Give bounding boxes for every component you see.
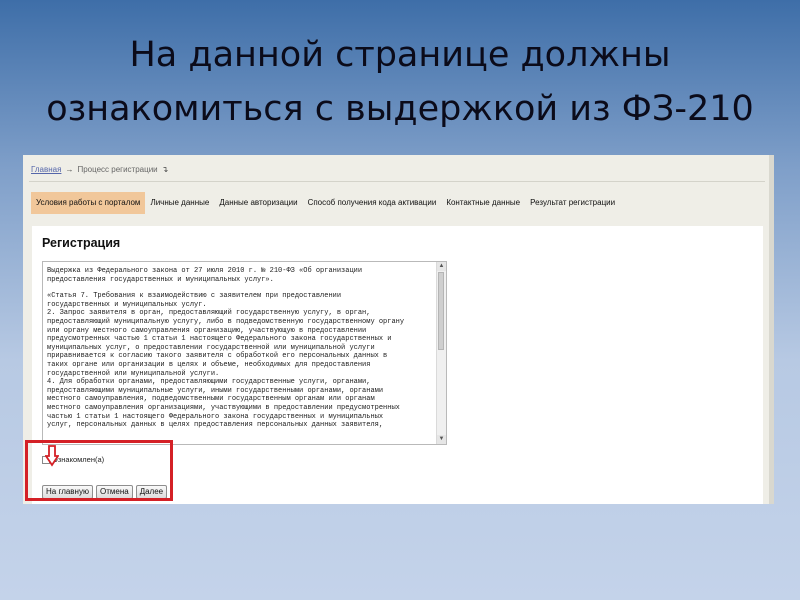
law-excerpt-paragraph-2: «Статья 7. Требования к взаимодействию с…	[47, 292, 405, 430]
breadcrumb-arrow-icon: →	[65, 165, 74, 174]
registration-title: Регистрация	[42, 236, 121, 250]
breadcrumb: Главная → Процесс регистрации ↴	[31, 165, 172, 174]
scrollbar-thumb[interactable]	[438, 272, 444, 350]
law-excerpt-paragraph-1: Выдержка из Федерального закона от 27 ию…	[47, 267, 363, 284]
textarea-scrollbar[interactable]: ▲ ▼	[436, 262, 446, 444]
tab-contact-data[interactable]: Контактные данные	[441, 192, 525, 214]
highlight-frame	[25, 440, 173, 501]
slide-title: На данной странице должны ознакомиться с…	[0, 28, 800, 136]
tab-authorization-data[interactable]: Данные авторизации	[214, 192, 302, 214]
breadcrumb-current: Процесс регистрации	[77, 165, 158, 174]
screenshot-right-edge	[769, 155, 774, 504]
scroll-down-icon[interactable]: ▼	[437, 435, 446, 444]
breadcrumb-home-link[interactable]: Главная	[31, 165, 61, 174]
header-divider	[29, 181, 765, 182]
slide-title-line-2: ознакомиться с выдержкой из ФЗ-210	[46, 89, 754, 129]
law-excerpt-textarea[interactable]: Выдержка из Федерального закона от 27 ию…	[42, 261, 447, 445]
breadcrumb-return-arrow-icon: ↴	[161, 165, 169, 174]
tab-portal-terms[interactable]: Условия работы с порталом	[31, 192, 146, 214]
registration-steps-tabs: Условия работы с порталом Личные данные …	[31, 192, 620, 214]
tab-personal-data[interactable]: Личные данные	[145, 192, 214, 214]
scroll-up-icon[interactable]: ▲	[437, 262, 446, 271]
tab-activation-code-method[interactable]: Способ получения кода активации	[303, 192, 442, 214]
slide-title-line-1: На данной странице должны	[129, 35, 671, 75]
law-excerpt-content: Выдержка из Федерального закона от 27 ию…	[47, 267, 439, 438]
tab-registration-result[interactable]: Результат регистрации	[525, 192, 620, 214]
